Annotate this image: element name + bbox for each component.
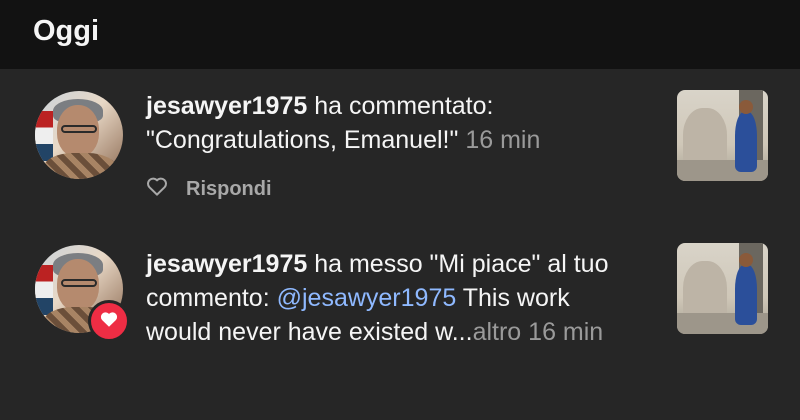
comment-text: "Congratulations, Emanuel!" xyxy=(146,126,459,154)
mention-link[interactable]: @jesawyer1975 xyxy=(277,284,457,312)
heart-filled-icon xyxy=(99,310,119,333)
avatar-shirt xyxy=(43,153,117,179)
heart-outline-icon[interactable] xyxy=(146,176,168,202)
avatar-flag xyxy=(35,111,53,161)
post-thumbnail[interactable] xyxy=(677,243,768,334)
header-bar: Oggi xyxy=(0,0,800,69)
avatar-flag xyxy=(35,265,53,315)
thumb-person xyxy=(735,112,757,172)
like-badge xyxy=(88,300,130,342)
username-link[interactable]: jesawyer1975 xyxy=(146,250,307,278)
notification-text: jesawyer1975 ha messo "Mi piace" al tuo … xyxy=(146,247,636,349)
username-link[interactable]: jesawyer1975 xyxy=(146,92,307,120)
avatar-glasses xyxy=(61,279,97,287)
thumb-head xyxy=(739,253,753,267)
reply-button[interactable]: Rispondi xyxy=(186,178,272,201)
reply-row[interactable]: Rispondi xyxy=(146,175,272,203)
thumb-statue xyxy=(683,261,727,321)
notification-text: jesawyer1975 ha commentato: "Congratulat… xyxy=(146,89,636,157)
post-thumbnail[interactable] xyxy=(677,90,768,181)
more-link[interactable]: altro xyxy=(473,318,522,346)
thumb-person xyxy=(735,265,757,325)
timestamp: 16 min xyxy=(465,126,541,154)
thumb-statue xyxy=(683,108,727,168)
action-text: ha commentato: xyxy=(307,92,494,120)
timestamp: 16 min xyxy=(528,318,604,346)
avatar-glasses xyxy=(61,125,97,133)
section-title: Oggi xyxy=(33,15,100,47)
thumb-head xyxy=(739,100,753,114)
avatar[interactable] xyxy=(35,91,123,179)
